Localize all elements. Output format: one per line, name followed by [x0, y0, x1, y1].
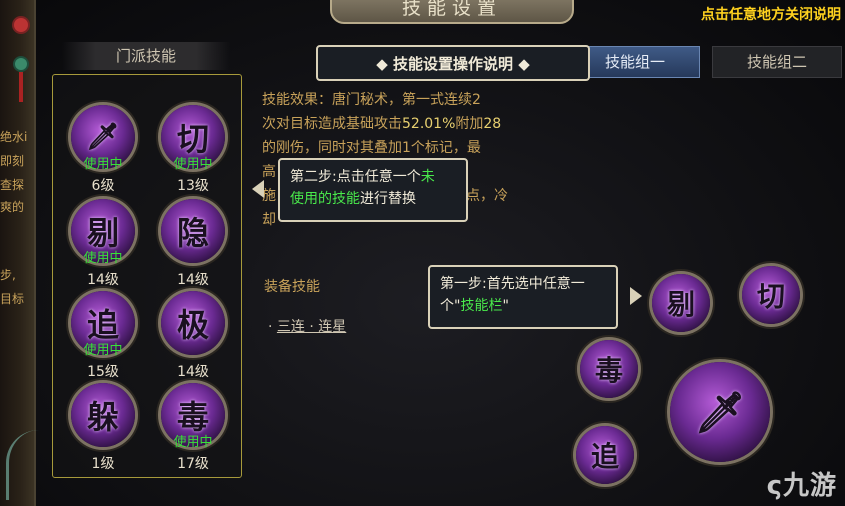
in-use-label: 使用中 — [83, 343, 123, 358]
watermark-logo: ς九游 — [766, 471, 837, 501]
skill-level: 17级 — [177, 456, 209, 472]
desc-line: 的刚伤，同时对其叠加1个标记，最 — [262, 140, 481, 156]
bg-text-fragment: 目标 — [0, 292, 25, 306]
main-attack-slot[interactable]: 🗡 — [670, 362, 770, 462]
skill-item[interactable]: 隐 14级 — [159, 199, 227, 289]
skill-item[interactable]: 剔 使用中 14级 — [69, 199, 137, 289]
skill-level: 14级 — [177, 272, 209, 288]
skill-item[interactable]: 🗡 使用中 6级 — [69, 105, 137, 195]
step2-popup: 第二步:点击任意一个未 使用的技能进行替换 — [278, 158, 468, 222]
equipped-slot[interactable]: 毒 — [580, 340, 638, 398]
bg-text-fragment: 查探 — [0, 178, 25, 192]
arrow-right-icon — [630, 287, 642, 305]
arrow-left-icon — [252, 180, 264, 198]
equipped-slot[interactable]: 剔 — [652, 274, 710, 332]
desc-line: 技能效果：唐门秘术，第一式连续2 — [262, 92, 481, 108]
skill-level: 13级 — [177, 178, 209, 194]
equip-skills-label: 装备技能 — [264, 279, 320, 295]
page-title: 技能设置 — [330, 0, 574, 24]
tab-skill-group-2[interactable]: 技能组二 — [712, 46, 842, 78]
sect-skills-panel: 🗡 使用中 6级 切 使用中 13级 剔 使用中 14级 隐 14级 追 使用中… — [52, 74, 242, 478]
skill-item[interactable]: 切 使用中 13级 — [159, 105, 227, 195]
skill-item[interactable]: 躲 1级 — [69, 383, 137, 473]
in-use-label: 使用中 — [173, 157, 213, 172]
skill-level: 15级 — [87, 364, 119, 380]
skill-level: 14级 — [87, 272, 119, 288]
bg-text-fragment: 步, — [0, 268, 16, 282]
bg-text-fragment: 爽的 — [0, 200, 25, 214]
skill-settings-screen: 绝水i 即刻 查探 爽的 步, 目标 技能设置 点击任意地方关闭说明 门派技能 … — [0, 0, 845, 506]
skill-orb-icon: 极 — [161, 291, 225, 355]
sect-skills-title: 门派技能 — [62, 42, 230, 70]
in-use-label: 使用中 — [83, 157, 123, 172]
equipped-set-link[interactable]: · 三连 · 连星 — [268, 316, 346, 336]
instructions-title-popup: ◆ 技能设置操作说明 ◆ — [316, 45, 590, 81]
skill-level: 1级 — [91, 456, 115, 472]
skill-orb-icon: 躲 — [71, 383, 135, 447]
hanging-ornament-icon — [14, 18, 28, 102]
in-use-label: 使用中 — [83, 251, 123, 266]
in-use-label: 使用中 — [173, 435, 213, 450]
equipped-slot[interactable]: 追 — [576, 426, 634, 484]
skill-level: 6级 — [91, 178, 115, 194]
skill-orb-icon: 隐 — [161, 199, 225, 263]
skill-item[interactable]: 极 14级 — [159, 291, 227, 381]
skill-level: 14级 — [177, 364, 209, 380]
equipped-slot[interactable]: 切 — [742, 266, 800, 324]
skill-item[interactable]: 追 使用中 15级 — [69, 291, 137, 381]
close-hint[interactable]: 点击任意地方关闭说明 — [701, 4, 841, 24]
bg-text-fragment: 绝水i — [0, 130, 28, 144]
desc-line: 次对目标造成基础攻击52.01%附加28 — [262, 116, 502, 132]
bg-text-fragment: 即刻 — [0, 154, 25, 168]
skill-item[interactable]: 毒 使用中 17级 — [159, 383, 227, 473]
step1-popup: 第一步:首先选中任意一 个"技能栏" — [428, 265, 618, 329]
